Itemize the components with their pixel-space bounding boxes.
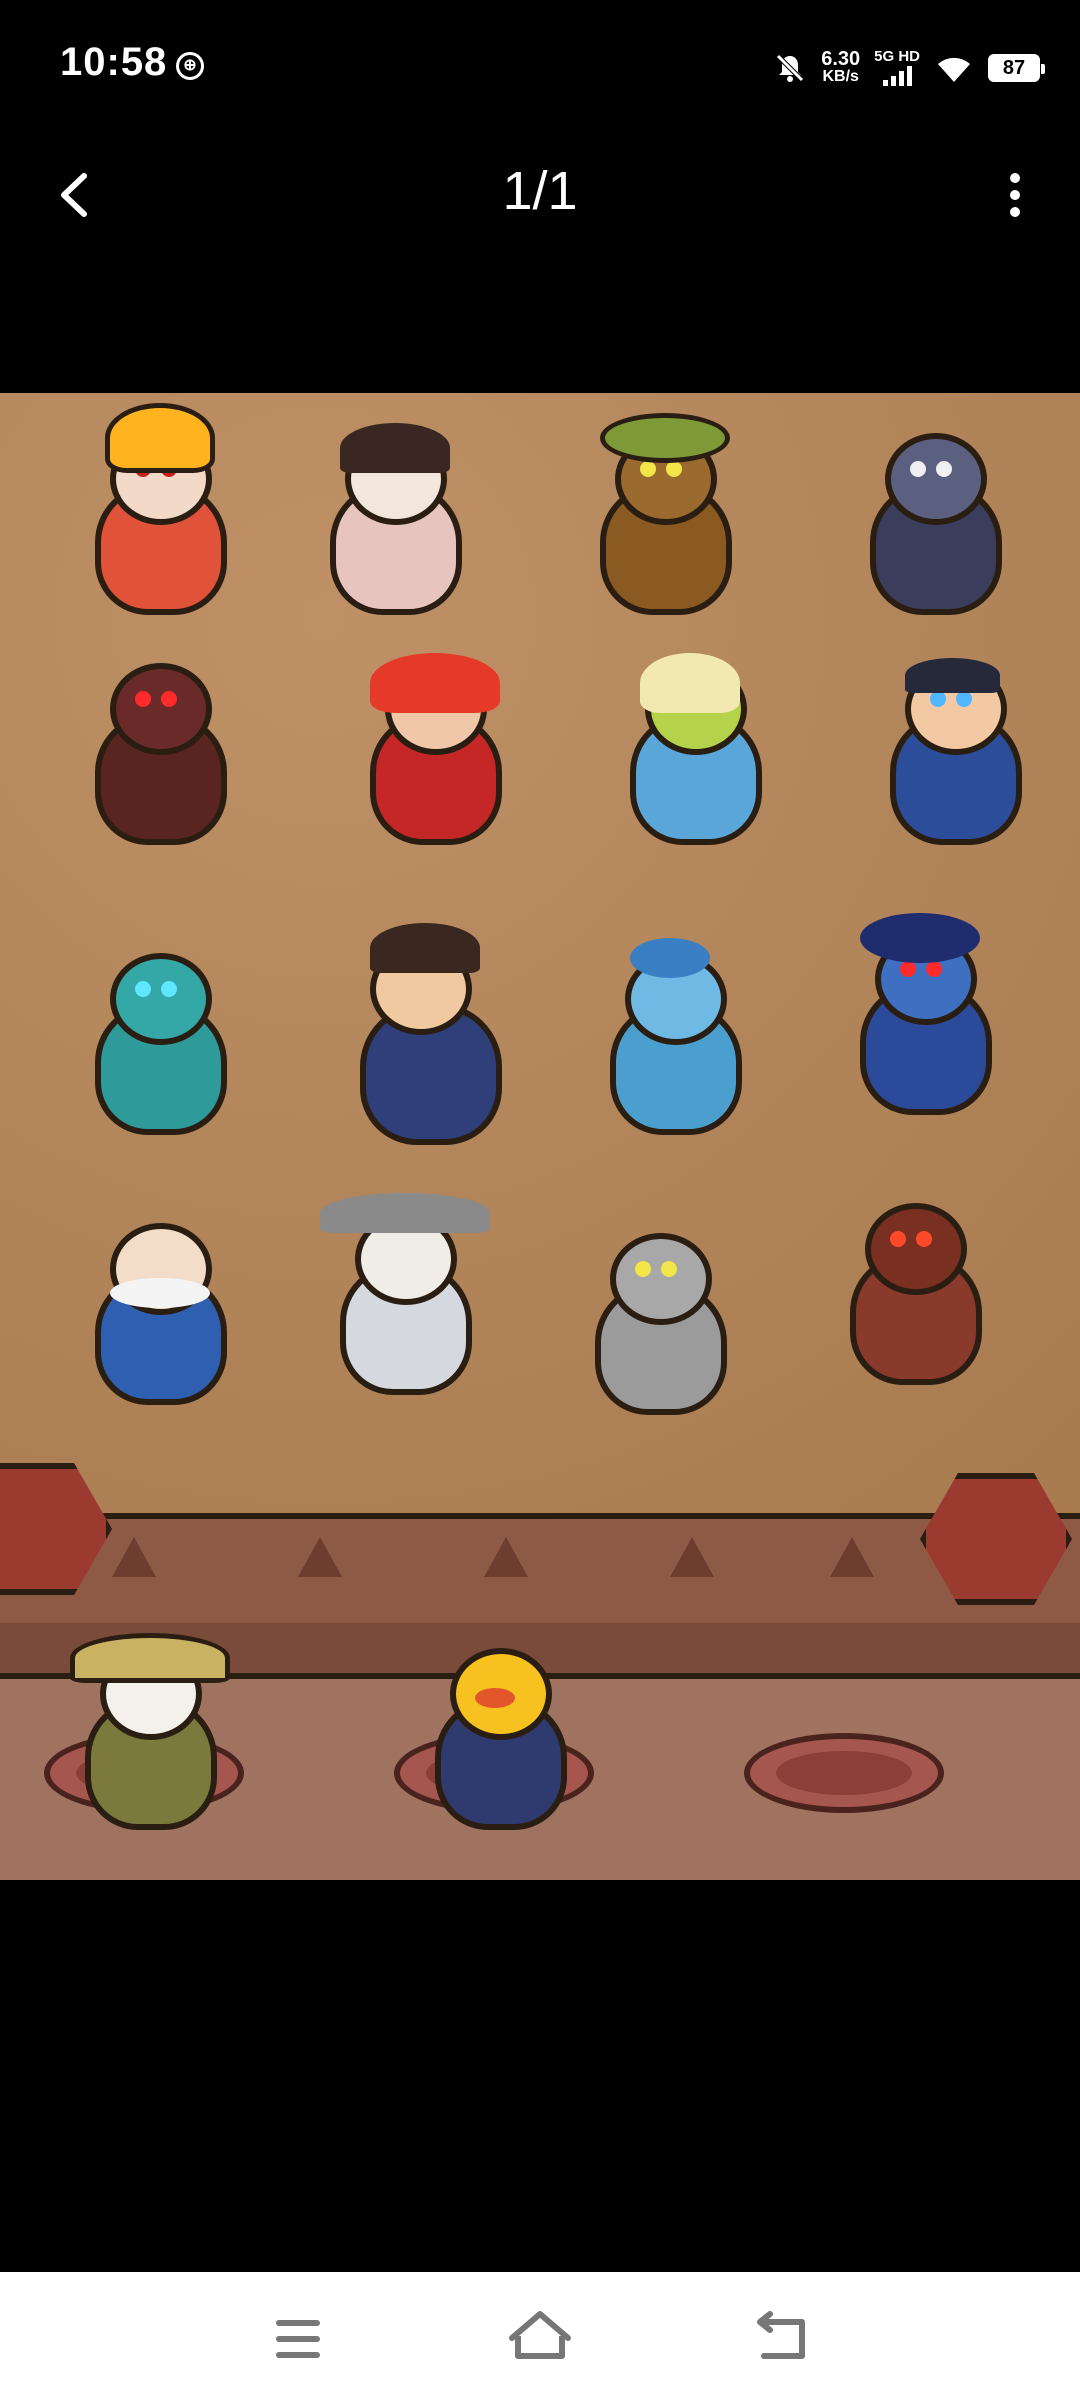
hero-panda-guard xyxy=(45,1628,245,1848)
signal-bars-icon xyxy=(882,64,912,86)
wall-spike xyxy=(484,1537,528,1577)
network-type: 5G HD xyxy=(874,48,920,65)
cellular-signal: 5G HD xyxy=(874,48,920,86)
home-icon[interactable] xyxy=(500,2302,580,2372)
hero-tree-ent xyxy=(560,413,760,633)
hero-minotaur xyxy=(810,1183,1010,1403)
wifi-icon xyxy=(938,57,970,82)
hero-hooded-mage xyxy=(55,643,255,863)
wall-spike xyxy=(830,1537,874,1577)
status-icons: 6.30 KB/s 5G HD 87 xyxy=(773,44,1045,92)
hero-swordsman xyxy=(300,913,540,1173)
wall-spike xyxy=(670,1537,714,1577)
wall-battlement xyxy=(0,1513,1080,1635)
system-nav-bar xyxy=(0,2272,1080,2400)
hero-fire-spirit xyxy=(55,403,255,633)
fortress-wall xyxy=(0,1463,1080,1880)
hero-fan-warrior xyxy=(290,413,490,633)
hero-wind-spirit xyxy=(55,933,255,1153)
hero-rock-golem xyxy=(555,1213,755,1433)
status-time: 10:58 xyxy=(60,40,168,84)
net-speed-value: 6.30 xyxy=(821,48,861,70)
hero-armored-beast xyxy=(830,413,1030,633)
hero-old-sage xyxy=(55,1203,255,1423)
back-nav-icon[interactable] xyxy=(742,2302,822,2372)
status-bar: 10:58 ⊕ 6.30 KB/s 5G HD 87 xyxy=(0,0,1080,130)
recent-apps-icon[interactable] xyxy=(258,2302,338,2372)
hero-goblin-rider xyxy=(590,643,790,863)
hero-blue-troll xyxy=(570,933,770,1153)
net-speed-unit: KB/s xyxy=(822,68,859,85)
mute-bell-icon xyxy=(776,54,804,82)
hero-grey-wizard xyxy=(300,1193,500,1413)
hero-lightning-man xyxy=(850,643,1050,863)
wall-spike xyxy=(298,1537,342,1577)
vpn-key-icon: ⊕ xyxy=(176,52,204,80)
wall-spike xyxy=(112,1537,156,1577)
hero-duck-defender xyxy=(395,1628,595,1848)
image-viewer[interactable] xyxy=(0,393,1080,1880)
hero-demon-girl xyxy=(330,643,530,863)
character-board xyxy=(0,393,1080,1513)
net-speed: 6.30 KB/s xyxy=(821,48,861,86)
page-indicator: 1/1 xyxy=(502,161,578,221)
hero-gorgon xyxy=(820,913,1020,1133)
pedestal-3 xyxy=(744,1733,944,1813)
battery-icon: 87 xyxy=(988,54,1045,82)
